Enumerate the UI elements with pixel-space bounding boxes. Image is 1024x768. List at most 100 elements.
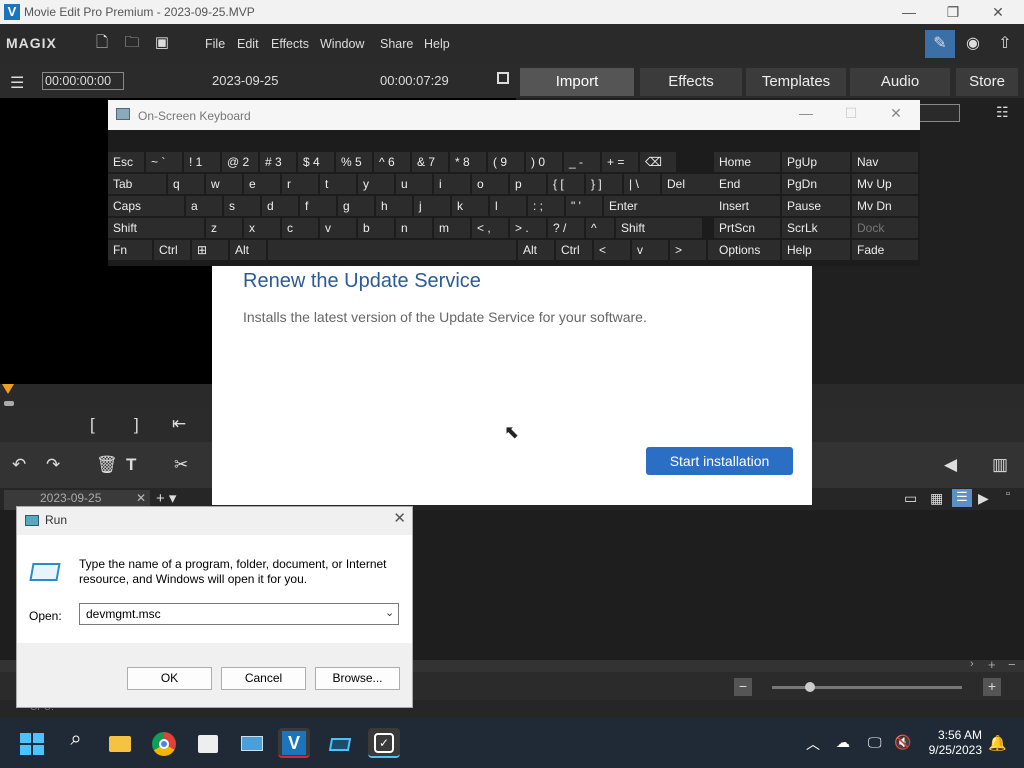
osk-key[interactable]: > (670, 240, 706, 260)
osk-key[interactable]: e (244, 174, 280, 194)
zoom-slider[interactable] (772, 686, 962, 689)
list-view-icon[interactable]: ☷ (996, 104, 1009, 121)
osk-nav-key[interactable]: Fade (852, 240, 918, 260)
osk-key[interactable]: r (282, 174, 318, 194)
mixer-icon[interactable]: ▥ (992, 455, 1008, 475)
osk-key[interactable]: @ 2 (222, 152, 258, 172)
delete-icon[interactable]: 🗑 (96, 455, 118, 475)
osk-key[interactable]: Ctrl (154, 240, 190, 260)
osk-key[interactable]: | \ (624, 174, 660, 194)
osk-key[interactable]: Alt (230, 240, 266, 260)
movie-edit-pro-taskbar-icon[interactable]: V (278, 728, 310, 758)
osk-key[interactable]: ⊞ (192, 240, 228, 260)
menu-file[interactable]: File (205, 37, 225, 51)
tab-effects[interactable]: Effects (640, 68, 742, 96)
effects-mode-icon[interactable]: ✎ (925, 30, 955, 58)
osk-key[interactable]: ! 1 (184, 152, 220, 172)
osk-key[interactable]: s (224, 196, 260, 216)
osk-key[interactable]: u (396, 174, 432, 194)
zoom-in-small-icon[interactable]: + (988, 657, 996, 672)
osk-nav-key[interactable]: Pause (782, 196, 850, 216)
network-app-icon[interactable] (236, 728, 268, 758)
osk-key[interactable]: Ctrl (556, 240, 592, 260)
osk-key[interactable]: a (186, 196, 222, 216)
maximize-button[interactable]: ❐ (938, 2, 968, 22)
osk-nav-key[interactable]: PrtScn (714, 218, 780, 238)
osk-key[interactable]: o (472, 174, 508, 194)
close-tab-icon[interactable]: ✕ (136, 491, 146, 505)
osk-key[interactable]: j (414, 196, 450, 216)
osk-key[interactable]: Alt (518, 240, 554, 260)
minimize-button[interactable]: — (894, 2, 924, 22)
osk-nav-key[interactable]: Dock (852, 218, 918, 238)
jump-start-icon[interactable]: ⇤ (172, 414, 186, 434)
osk-key[interactable]: ^ 6 (374, 152, 410, 172)
menu-share[interactable]: Share (380, 37, 413, 51)
network-icon[interactable]: 🖵 (868, 734, 882, 751)
osk-key[interactable]: } ] (586, 174, 622, 194)
microsoft-store-icon[interactable] (192, 728, 224, 758)
multicam-view-icon[interactable]: ▶ (978, 490, 989, 507)
timecode-display[interactable]: 00:00:00:00 (42, 72, 124, 90)
osk-key[interactable]: z (206, 218, 242, 238)
menu-window[interactable]: Window (320, 37, 364, 51)
osk-key[interactable]: t (320, 174, 356, 194)
search-icon[interactable]: ⌕ (60, 728, 92, 758)
run-close-button[interactable]: ✕ (393, 509, 406, 527)
upload-icon[interactable]: ⇧ (990, 30, 1020, 58)
hamburger-menu-icon[interactable]: ☰ (10, 73, 24, 93)
new-file-icon[interactable]: 🗋 (94, 35, 110, 51)
osk-key[interactable]: * 8 (450, 152, 486, 172)
zoom-slider-handle[interactable] (805, 682, 815, 692)
windows-start-icon[interactable] (16, 728, 48, 758)
osk-key[interactable]: l (490, 196, 526, 216)
osk-key[interactable]: Fn (108, 240, 152, 260)
osk-key[interactable]: c (282, 218, 318, 238)
restore-panel-icon[interactable]: ▫ (1006, 488, 1010, 500)
osk-key[interactable]: h (376, 196, 412, 216)
view-dropdown[interactable] (916, 104, 960, 122)
osk-nav-key[interactable]: PgUp (782, 152, 850, 172)
osk-nav-key[interactable]: End (714, 174, 780, 194)
storyboard-view-icon[interactable]: ▭ (904, 490, 917, 507)
scroll-right-icon[interactable]: › (970, 658, 974, 670)
menu-help[interactable]: Help (424, 37, 450, 51)
onedrive-icon[interactable]: ☁ (836, 734, 850, 751)
playhead-marker[interactable] (2, 384, 14, 394)
osk-key[interactable]: q (168, 174, 204, 194)
osk-key[interactable]: n (396, 218, 432, 238)
mark-in-icon[interactable]: [ (90, 415, 95, 435)
ok-button[interactable]: OK (127, 667, 212, 690)
chevron-down-icon[interactable]: ⌄ (385, 606, 394, 619)
osk-key[interactable]: k (452, 196, 488, 216)
cut-icon[interactable]: ✂ (174, 455, 188, 475)
tab-templates[interactable]: Templates (746, 68, 846, 96)
osk-key[interactable]: : ; (528, 196, 564, 216)
file-explorer-icon[interactable] (104, 728, 136, 758)
tab-import[interactable]: Import (520, 68, 634, 96)
osk-key[interactable]: + = (602, 152, 638, 172)
start-installation-button[interactable]: Start installation (646, 447, 793, 475)
osk-minimize-button[interactable]: — (791, 105, 821, 121)
osk-nav-key[interactable]: Insert (714, 196, 780, 216)
redo-icon[interactable]: ↷ (46, 455, 60, 475)
title-text-icon[interactable]: T (126, 455, 136, 475)
timeline-view-icon[interactable]: ☰ (952, 489, 972, 507)
osk-nav-key[interactable]: PgDn (782, 174, 850, 194)
volume-icon[interactable]: ◀ (944, 455, 957, 475)
osk-key[interactable]: x (244, 218, 280, 238)
chevron-up-icon[interactable]: ︿ (806, 734, 820, 754)
scroll-handle[interactable] (4, 401, 14, 406)
osk-key[interactable]: ⌫ (640, 152, 676, 172)
osk-key[interactable]: y (358, 174, 394, 194)
zoom-out-small-icon[interactable]: − (1008, 657, 1016, 672)
osk-nav-key[interactable]: Home (714, 152, 780, 172)
osk-key[interactable]: p (510, 174, 546, 194)
osk-nav-key[interactable]: Options (714, 240, 780, 260)
osk-key[interactable]: Caps (108, 196, 184, 216)
clock[interactable]: 3:56 AM 9/25/2023 (929, 728, 982, 758)
osk-key[interactable]: Shift (616, 218, 702, 238)
osk-key[interactable]: d (262, 196, 298, 216)
osk-key[interactable]: Tab (108, 174, 166, 194)
menu-edit[interactable]: Edit (237, 37, 259, 51)
